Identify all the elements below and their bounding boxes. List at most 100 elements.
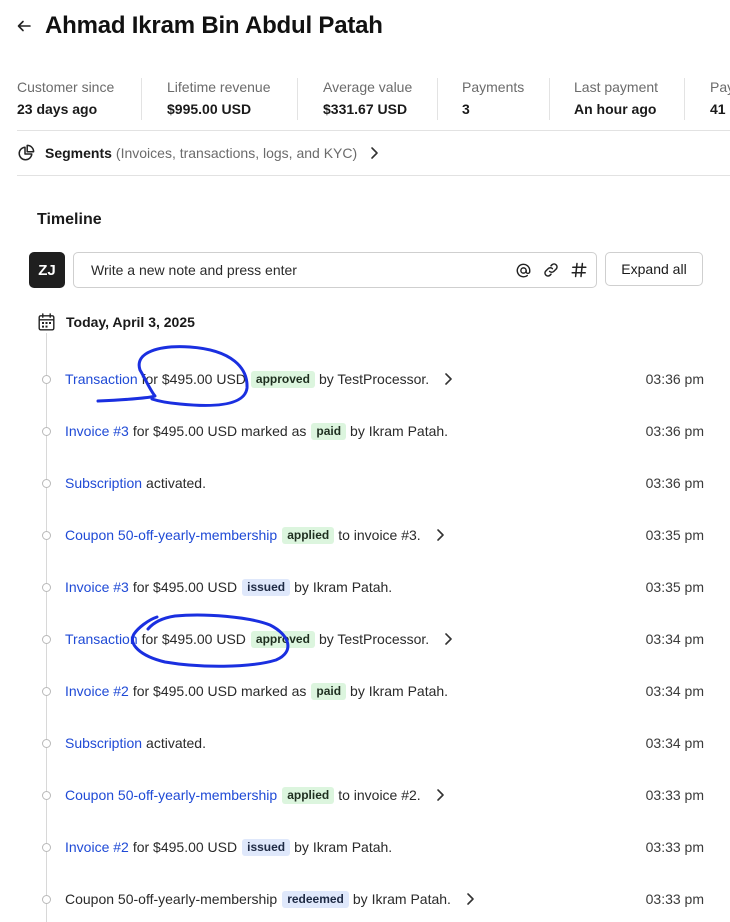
- stat-label: Average value: [323, 79, 413, 95]
- note-toolbar: [514, 260, 588, 280]
- event-time: 03:34 pm: [645, 683, 704, 699]
- timeline-event: Invoice #2 for $495.00 USD marked as paid b…: [0, 680, 730, 704]
- event-link[interactable]: Subscription: [65, 735, 142, 751]
- hashtag-icon[interactable]: [570, 260, 588, 280]
- stat-divider: [297, 78, 298, 120]
- event-link[interactable]: Invoice #3: [65, 579, 129, 595]
- at-mention-icon[interactable]: [514, 260, 532, 280]
- event-link[interactable]: Transaction: [65, 631, 138, 647]
- status-badge: applied: [282, 526, 335, 544]
- timeline-dot: [42, 583, 51, 592]
- stat-divider: [549, 78, 550, 120]
- note-input[interactable]: [89, 261, 493, 279]
- timeline-dot: [42, 739, 51, 748]
- note-composer: [73, 252, 597, 288]
- event-link[interactable]: Invoice #3: [65, 423, 129, 439]
- stat-label: Lifetime revenue: [167, 79, 271, 95]
- status-badge: approved: [250, 370, 315, 388]
- timeline-event: Invoice #2 for $495.00 USD issued by Ikram …: [0, 836, 730, 860]
- expand-chevron-icon[interactable]: [443, 372, 453, 386]
- avatar: ZJ: [29, 252, 65, 288]
- event-text: by Ikram Patah.: [352, 891, 451, 907]
- status-badge: paid: [311, 682, 347, 700]
- segments-title: Segments: [45, 145, 112, 161]
- event-description: Subscription activated.: [65, 472, 206, 494]
- stat-payments: Payments 3: [462, 76, 524, 124]
- event-time: 03:33 pm: [645, 787, 704, 803]
- event-text: for $495.00 USD: [141, 371, 246, 387]
- status-badge: approved: [250, 630, 315, 648]
- timeline-event: Transaction for $495.00 USD approved by Tes…: [0, 368, 730, 392]
- timeline-dot: [42, 843, 51, 852]
- event-link[interactable]: Invoice #2: [65, 683, 129, 699]
- timeline-date-group: Today, April 3, 2025: [38, 313, 195, 331]
- timeline-dot: [42, 375, 51, 384]
- expand-chevron-icon[interactable]: [435, 528, 445, 542]
- stat-average-value: Average value $331.67 USD: [323, 76, 412, 124]
- status-badge: paid: [311, 422, 347, 440]
- expand-chevron-icon[interactable]: [435, 788, 445, 802]
- event-text: for $495.00 USD marked as: [132, 683, 307, 699]
- expand-all-button[interactable]: Expand all: [605, 252, 703, 286]
- page-title: Ahmad Ikram Bin Abdul Patah: [45, 12, 383, 39]
- calendar-icon: [38, 313, 55, 331]
- event-time: 03:35 pm: [645, 527, 704, 543]
- stat-value: 41: [710, 101, 726, 117]
- event-text: activated.: [146, 475, 206, 491]
- event-description: Transaction for $495.00 USD approved by Tes…: [65, 368, 453, 390]
- stat-divider: [437, 78, 438, 120]
- timeline-event: Transaction for $495.00 USD approved by Tes…: [0, 628, 730, 652]
- event-text: by Ikram Patah.: [294, 579, 393, 595]
- event-description: Invoice #3 for $495.00 USD issued by Ikram …: [65, 576, 392, 598]
- status-badge: issued: [242, 578, 291, 596]
- event-link[interactable]: Invoice #2: [65, 839, 129, 855]
- stat-label: Pay: [710, 79, 730, 95]
- timeline-date: Today, April 3, 2025: [66, 314, 195, 330]
- expand-chevron-icon[interactable]: [465, 892, 475, 906]
- customer-stats: Customer since 23 days ago Lifetime reve…: [0, 76, 730, 124]
- event-link[interactable]: Subscription: [65, 475, 142, 491]
- segments-link[interactable]: Segments (Invoices, transactions, logs, …: [17, 141, 379, 165]
- timeline-dot: [42, 427, 51, 436]
- timeline-event: Subscription activated. 03:36 pm: [0, 472, 730, 496]
- timeline-event: Subscription activated. 03:34 pm: [0, 732, 730, 756]
- timeline-event: Invoice #3 for $495.00 USD issued by Ikram …: [0, 576, 730, 600]
- status-badge: redeemed: [282, 890, 349, 908]
- stat-value: An hour ago: [574, 101, 657, 117]
- back-arrow-icon[interactable]: [14, 16, 34, 36]
- event-description: Transaction for $495.00 USD approved by Tes…: [65, 628, 453, 650]
- segments-subtitle: (Invoices, transactions, logs, and KYC): [115, 145, 358, 161]
- event-text: to invoice #3.: [338, 527, 421, 543]
- stat-label: Last payment: [574, 79, 659, 95]
- timeline-event: Invoice #3 for $495.00 USD marked as paid b…: [0, 420, 730, 444]
- event-text: by TestProcessor.: [318, 371, 430, 387]
- event-text: by Ikram Patah.: [350, 423, 449, 439]
- event-time: 03:33 pm: [645, 839, 704, 855]
- timeline-heading: Timeline: [37, 211, 102, 228]
- stat-value: $331.67 USD: [323, 101, 408, 117]
- event-text: for $495.00 USD: [132, 839, 238, 855]
- event-description: Coupon 50-off-yearly-membership applied to…: [65, 784, 445, 806]
- timeline-event: Coupon 50-off-yearly-membership applied to…: [0, 524, 730, 548]
- event-text: by Ikram Patah.: [294, 839, 393, 855]
- event-description: Invoice #2 for $495.00 USD marked as paid b…: [65, 680, 448, 702]
- event-link[interactable]: Transaction: [65, 371, 138, 387]
- event-description: Invoice #3 for $495.00 USD marked as paid b…: [65, 420, 448, 442]
- stat-label: Customer since: [17, 79, 115, 95]
- event-description: Coupon 50-off-yearly-membership applied to…: [65, 524, 445, 546]
- status-badge: issued: [242, 838, 291, 856]
- stat-value: 3: [462, 101, 470, 117]
- event-time: 03:33 pm: [645, 891, 704, 907]
- event-link[interactable]: Coupon 50-off-yearly-membership: [65, 527, 277, 543]
- event-link[interactable]: Coupon 50-off-yearly-membership: [65, 787, 277, 803]
- timeline-dot: [42, 791, 51, 800]
- pie-chart-icon: [17, 144, 35, 162]
- event-time: 03:34 pm: [645, 631, 704, 647]
- stat-divider: [141, 78, 142, 120]
- event-text: by TestProcessor.: [318, 631, 430, 647]
- event-time: 03:35 pm: [645, 579, 704, 595]
- expand-chevron-icon[interactable]: [443, 632, 453, 646]
- timeline-dot: [42, 687, 51, 696]
- event-time: 03:36 pm: [645, 423, 704, 439]
- link-icon[interactable]: [542, 260, 560, 280]
